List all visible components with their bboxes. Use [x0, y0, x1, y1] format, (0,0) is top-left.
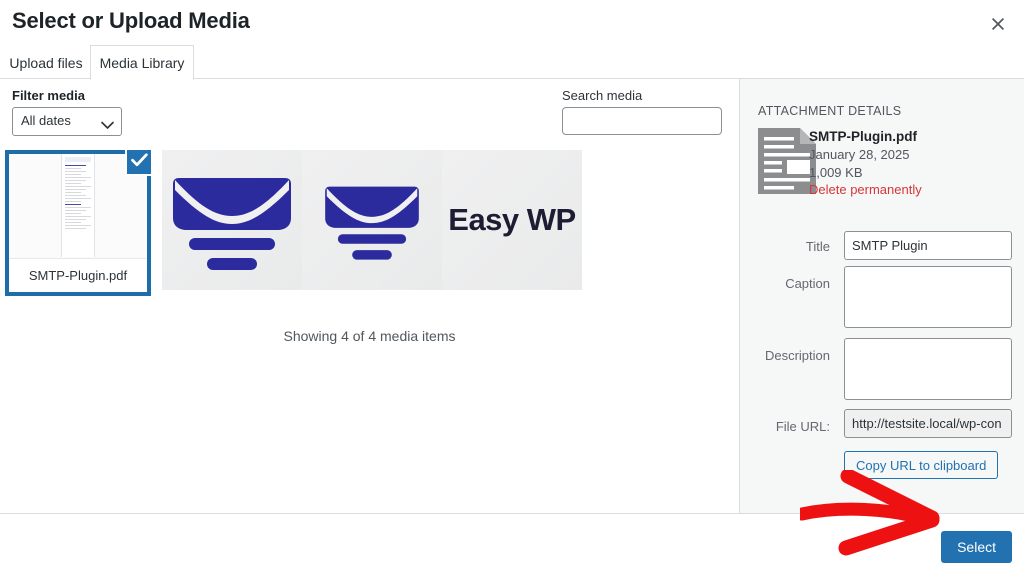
description-field[interactable]: [844, 338, 1012, 400]
media-item-envelope-small[interactable]: [302, 150, 442, 290]
envelope-logo-icon: [173, 178, 291, 270]
search-media-label: Search media: [562, 88, 643, 103]
chevron-down-icon: [101, 117, 114, 135]
date-filter-select[interactable]: All dates: [12, 107, 122, 136]
copy-url-button[interactable]: Copy URL to clipboard: [844, 451, 999, 479]
media-item-preview: [302, 150, 442, 290]
modal-footer: Select: [0, 513, 1024, 565]
filter-media-label: Filter media: [12, 88, 85, 103]
file-url-field-label: File URL:: [775, 419, 830, 434]
caption-field[interactable]: [844, 266, 1012, 328]
select-button[interactable]: Select: [941, 531, 1012, 563]
media-item-pdf[interactable]: SMTP-Plugin.pdf: [5, 148, 153, 296]
attachment-filename: SMTP-Plugin.pdf: [809, 129, 917, 144]
pdf-page-preview: [61, 154, 95, 257]
tab-upload-files[interactable]: Upload files: [4, 45, 88, 79]
media-toolbar: Filter media All dates Search media: [0, 79, 739, 143]
tab-media-library[interactable]: Media Library: [90, 45, 194, 80]
close-button[interactable]: [980, 6, 1016, 42]
modal-tabs: Upload files Media Library: [0, 45, 1024, 80]
attachment-details-panel: ATTACHMENT DETAILS SMTP-Plugin.pdf Janua…: [739, 79, 1024, 513]
check-icon: [130, 152, 148, 172]
title-field-label: Title: [805, 239, 830, 254]
file-url-field[interactable]: [844, 409, 1012, 438]
media-item-preview: [162, 150, 302, 290]
media-item-label: Easy WP: [448, 202, 576, 237]
date-filter-value: All dates: [21, 113, 71, 128]
media-modal: Select or Upload Media Upload files Medi…: [0, 0, 1024, 565]
modal-header: Select or Upload Media: [0, 0, 1024, 44]
tab-media-library-label: Media Library: [99, 54, 185, 71]
description-field-label: Description: [764, 348, 830, 363]
attachment-size: 1,009 KB: [809, 165, 863, 180]
tab-upload-files-label: Upload files: [9, 54, 83, 71]
media-item-preview: Easy WP: [442, 150, 582, 290]
media-grid: SMTP-Plugin.pdf Easy WP: [0, 148, 739, 300]
attachment-details-heading: ATTACHMENT DETAILS: [758, 104, 902, 118]
delete-permanently-link[interactable]: Delete permanently: [809, 182, 922, 197]
search-input[interactable]: [562, 107, 722, 135]
close-icon: [990, 16, 1006, 32]
attachment-date: January 28, 2025: [809, 147, 910, 162]
media-item-easy-wp[interactable]: Easy WP: [442, 150, 582, 290]
page-title: Select or Upload Media: [12, 8, 250, 33]
media-count-status: Showing 4 of 4 media items: [283, 328, 456, 344]
media-item-filename: SMTP-Plugin.pdf: [9, 258, 147, 292]
caption-field-label: Caption: [785, 276, 830, 291]
media-item-envelope-large[interactable]: [162, 150, 302, 290]
title-field[interactable]: [844, 231, 1012, 260]
selected-check-badge: [125, 148, 153, 176]
pdf-file-icon: [758, 128, 816, 194]
envelope-logo-icon: [325, 186, 419, 260]
